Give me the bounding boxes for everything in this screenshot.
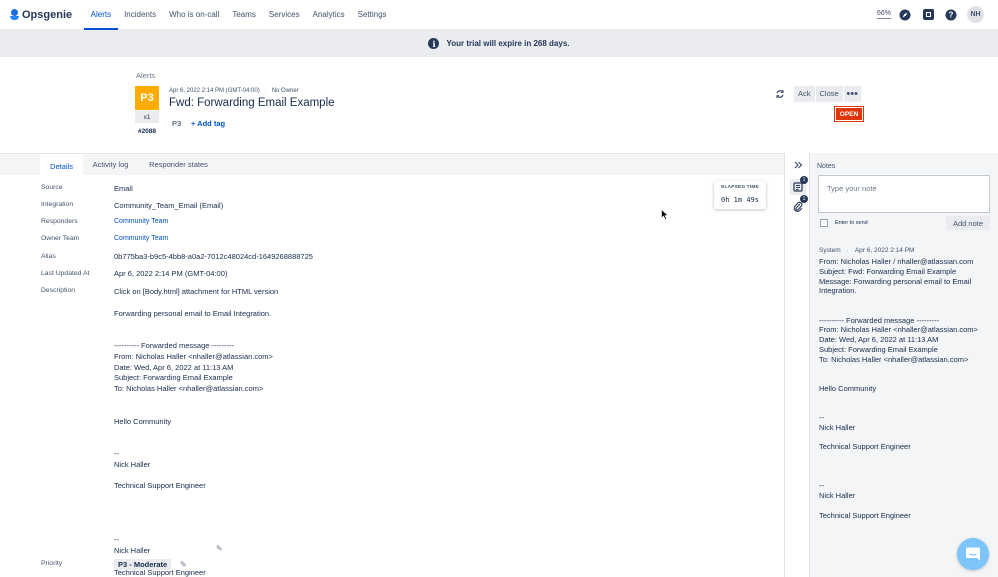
more-actions-button[interactable]: ••• [843, 86, 861, 102]
attachments-count-badge: 1 [800, 195, 808, 203]
alert-owner: No Owner [271, 88, 299, 94]
elapsed-time-value: 0h 1m 49s [721, 196, 759, 204]
double-chevron-right-icon[interactable] [790, 157, 806, 173]
priority-label: Priority [41, 560, 63, 567]
tab-details[interactable]: Details [40, 154, 83, 175]
apps-icon[interactable] [921, 8, 935, 22]
tiny-id: #2088 [137, 128, 157, 135]
owner-team-value[interactable]: Community Team [114, 235, 168, 242]
owner-team-label: Owner Team [41, 235, 80, 242]
detail-tabs: Details Activity log Responder states [0, 153, 784, 175]
responders-label: Responders [41, 218, 78, 225]
help-icon[interactable]: ? [944, 8, 958, 22]
description-value: Click on [Body.html] attachment for HTML… [114, 287, 279, 577]
trial-banner-text: Your trial will expire in 268 days. [446, 39, 570, 48]
enter-to-send-checkbox[interactable] [820, 219, 828, 227]
alert-meta: Apr 6, 2022 2:14 PM (GMT-04:00) · No Owner [169, 88, 299, 94]
nav-settings[interactable]: Settings [351, 0, 393, 30]
description-label: Description [41, 287, 75, 294]
source-label: Source [41, 184, 63, 191]
chat-launcher-button[interactable] [957, 538, 989, 570]
tab-activity-log[interactable]: Activity log [86, 154, 135, 175]
nav-alerts[interactable]: Alerts [84, 0, 119, 30]
alias-value: 0b775ba3-b9c5-4bb8-a0a2-7012c48024cd-164… [114, 252, 313, 261]
nav-teams[interactable]: Teams [226, 0, 263, 30]
last-updated-value: Apr 6, 2022 2:14 PM (GMT-04:00) [114, 269, 228, 278]
add-tag-button[interactable]: + Add tag [191, 119, 225, 128]
source-value: Email [114, 184, 133, 193]
nav-right: 66% ? NH [876, 6, 984, 23]
note-author: System [819, 247, 841, 254]
alert-count: x1 [135, 111, 159, 123]
enter-to-send-label: Enter to send [835, 220, 868, 226]
svg-text:?: ? [949, 10, 954, 19]
opsgenie-logo-icon [10, 8, 19, 21]
info-icon: i [428, 38, 440, 49]
breadcrumb-alerts[interactable]: Alerts [136, 71, 155, 80]
elapsed-time-label: ELAPSED TIME [721, 185, 759, 190]
opsgenie-logo[interactable]: Opsgenie [10, 8, 73, 21]
nav-who-is-on-call[interactable]: Who is on-call [163, 0, 226, 30]
elapsed-time-card: ELAPSED TIME 0h 1m 49s [714, 181, 766, 209]
trial-banner: i Your trial will expire in 268 days. [0, 30, 998, 57]
compass-icon[interactable] [898, 8, 912, 22]
ack-button[interactable]: Ack [794, 86, 815, 102]
user-avatar[interactable]: NH [967, 6, 984, 23]
notes-title: Notes [817, 163, 836, 170]
mouse-cursor-icon [661, 208, 669, 222]
integration-value: Community_Team_Email (Email) [114, 201, 224, 210]
status-badge: OPEN [834, 106, 864, 122]
app-name: Opsgenie [22, 8, 73, 21]
note-body: From: Nicholas Haller / nhaller@atlassia… [819, 257, 978, 520]
alert-actions: Ack Close ••• [794, 86, 862, 102]
attachments-tab[interactable]: 1 [790, 195, 808, 214]
tab-responder-states[interactable]: Responder states [141, 154, 216, 175]
refresh-icon[interactable] [774, 88, 786, 100]
setup-progress[interactable]: 66% [876, 10, 891, 19]
close-button[interactable]: Close [815, 86, 843, 102]
priority-box: P3 [135, 86, 159, 110]
alias-label: Alias [41, 253, 56, 260]
edit-priority-icon[interactable]: ✎ [180, 560, 187, 569]
edit-description-icon[interactable]: ✎ [216, 544, 223, 553]
chat-icon [966, 547, 980, 560]
last-updated-label: Last Updated At [41, 270, 90, 277]
alert-title: Fwd: Forwarding Email Example [169, 97, 335, 109]
notes-count-badge: 1 [800, 176, 808, 184]
note-meta: System · Apr 6, 2022 2:14 PM [819, 247, 915, 254]
created-at: Apr 6, 2022 2:14 PM (GMT-04:00) [169, 88, 260, 94]
nav-services[interactable]: Services [262, 0, 306, 30]
nav-analytics[interactable]: Analytics [306, 0, 351, 30]
priority-tag: P3 [172, 119, 182, 128]
nav-incidents[interactable]: Incidents [118, 0, 163, 30]
add-note-button[interactable]: Add note [946, 216, 990, 230]
side-rail: 1 1 [784, 153, 810, 577]
note-input[interactable]: Type your note [818, 175, 990, 213]
top-nav: Opsgenie Alerts Incidents Who is on-call… [0, 0, 998, 30]
integration-label: Integration [41, 201, 74, 208]
priority-value: P3 - Moderate [114, 559, 172, 570]
responders-value[interactable]: Community Team [114, 218, 168, 225]
more-icon: ••• [846, 88, 858, 100]
notes-tab[interactable]: 1 [790, 176, 808, 195]
note-time: Apr 6, 2022 2:14 PM [854, 247, 915, 254]
